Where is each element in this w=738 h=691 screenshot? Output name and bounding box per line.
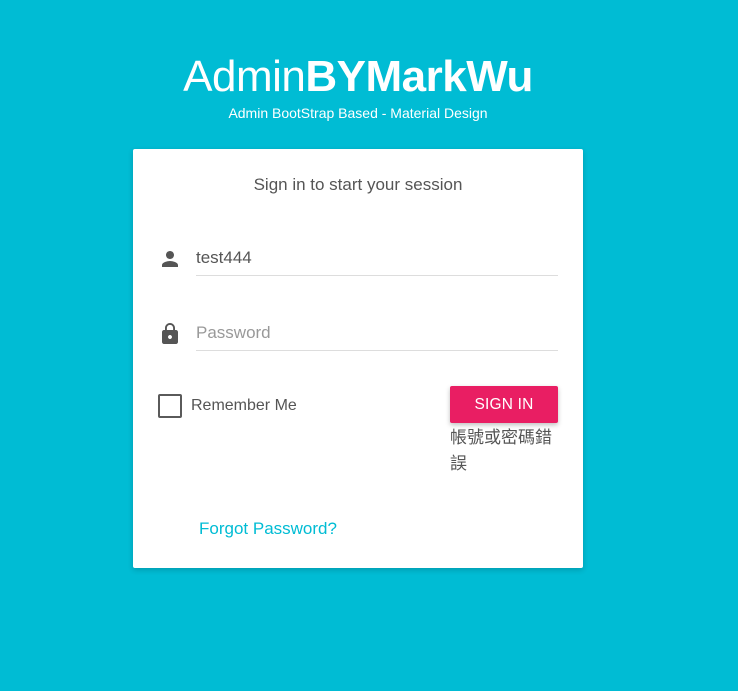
remember-me-checkbox[interactable] <box>158 394 182 418</box>
remember-me-label[interactable]: Remember Me <box>191 397 297 415</box>
remember-me[interactable]: Remember Me <box>158 394 297 418</box>
password-field-wrapper <box>196 318 558 351</box>
forgot-password-link[interactable]: Forgot Password? <box>199 519 337 539</box>
login-card: Sign in to start your session Remember M… <box>133 149 583 568</box>
lock-icon <box>158 322 182 346</box>
username-field-wrapper <box>196 243 558 276</box>
logo-title-bold: BYMarkWu <box>305 52 533 101</box>
logo: AdminBYMarkWu Admin BootStrap Based - Ma… <box>0 50 716 122</box>
logo-title: AdminBYMarkWu <box>0 50 716 104</box>
sign-in-button[interactable]: SIGN IN <box>450 386 558 423</box>
logo-subtitle: Admin BootStrap Based - Material Design <box>228 105 488 121</box>
login-message: Sign in to start your session <box>253 175 463 194</box>
login-error-message: 帳號或密碼錯誤 <box>450 428 552 474</box>
person-icon <box>158 247 182 271</box>
username-input[interactable] <box>196 243 558 273</box>
password-input[interactable] <box>196 318 558 348</box>
logo-title-light: Admin <box>183 52 306 101</box>
